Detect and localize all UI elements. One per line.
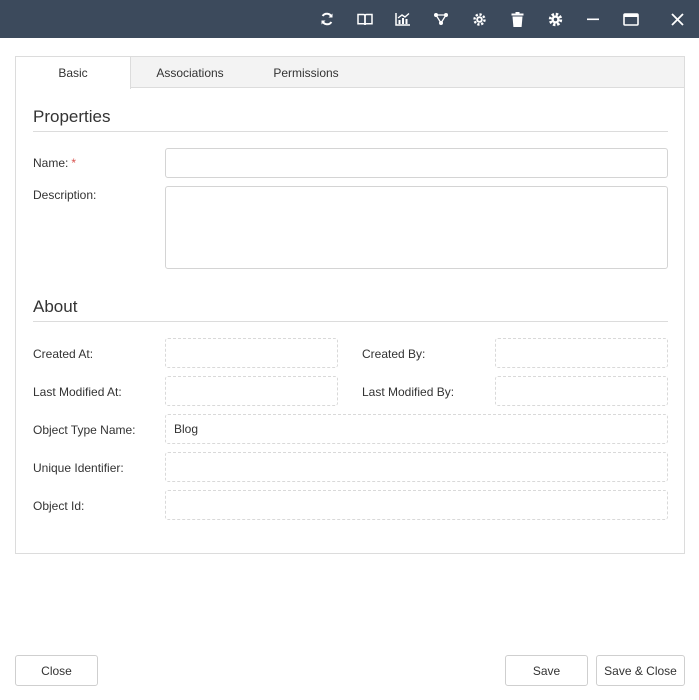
name-input[interactable] xyxy=(165,148,668,178)
trash-icon[interactable] xyxy=(502,0,532,38)
properties-heading: Properties xyxy=(33,107,111,126)
gear-icon[interactable] xyxy=(540,0,570,38)
description-textarea[interactable] xyxy=(165,186,668,269)
tab-bar: Basic Associations Permissions xyxy=(16,57,684,89)
last-modified-at-field xyxy=(165,376,338,406)
minimize-icon[interactable] xyxy=(578,0,608,38)
about-heading: About xyxy=(33,297,78,316)
last-modified-by-label: Last Modified By: xyxy=(362,385,455,399)
save-button[interactable]: Save xyxy=(505,655,588,686)
form-panel: Basic Associations Permissions Propertie… xyxy=(15,56,685,554)
created-by-field xyxy=(495,338,668,368)
settings-alt-icon[interactable] xyxy=(464,0,494,38)
refresh-icon[interactable] xyxy=(312,0,342,38)
last-modified-by-field xyxy=(495,376,668,406)
unique-identifier-field xyxy=(165,452,668,482)
object-id-field xyxy=(165,490,668,520)
tab-associations[interactable]: Associations xyxy=(138,57,242,88)
save-and-close-button[interactable]: Save & Close xyxy=(596,655,685,686)
book-icon[interactable] xyxy=(350,0,380,38)
created-at-field xyxy=(165,338,338,368)
close-icon[interactable] xyxy=(662,0,692,38)
object-type-name-label: Object Type Name: xyxy=(33,423,136,437)
chart-icon[interactable] xyxy=(388,0,418,38)
created-by-label: Created By: xyxy=(362,347,426,361)
window-toolbar xyxy=(0,0,699,38)
tab-basic[interactable]: Basic xyxy=(16,57,131,89)
last-modified-at-label: Last Modified At: xyxy=(33,385,122,399)
maximize-icon[interactable] xyxy=(616,0,646,38)
about-divider xyxy=(33,321,668,322)
name-label: Name: * xyxy=(33,156,77,170)
required-marker: * xyxy=(71,156,77,170)
tab-permissions[interactable]: Permissions xyxy=(256,57,356,88)
close-button[interactable]: Close xyxy=(15,655,98,686)
graph-icon[interactable] xyxy=(426,0,456,38)
object-id-label: Object Id: xyxy=(33,499,85,513)
object-type-name-field: Blog xyxy=(165,414,668,444)
unique-identifier-label: Unique Identifier: xyxy=(33,461,124,475)
description-label: Description: xyxy=(33,188,97,202)
created-at-label: Created At: xyxy=(33,347,94,361)
properties-divider xyxy=(33,131,668,132)
